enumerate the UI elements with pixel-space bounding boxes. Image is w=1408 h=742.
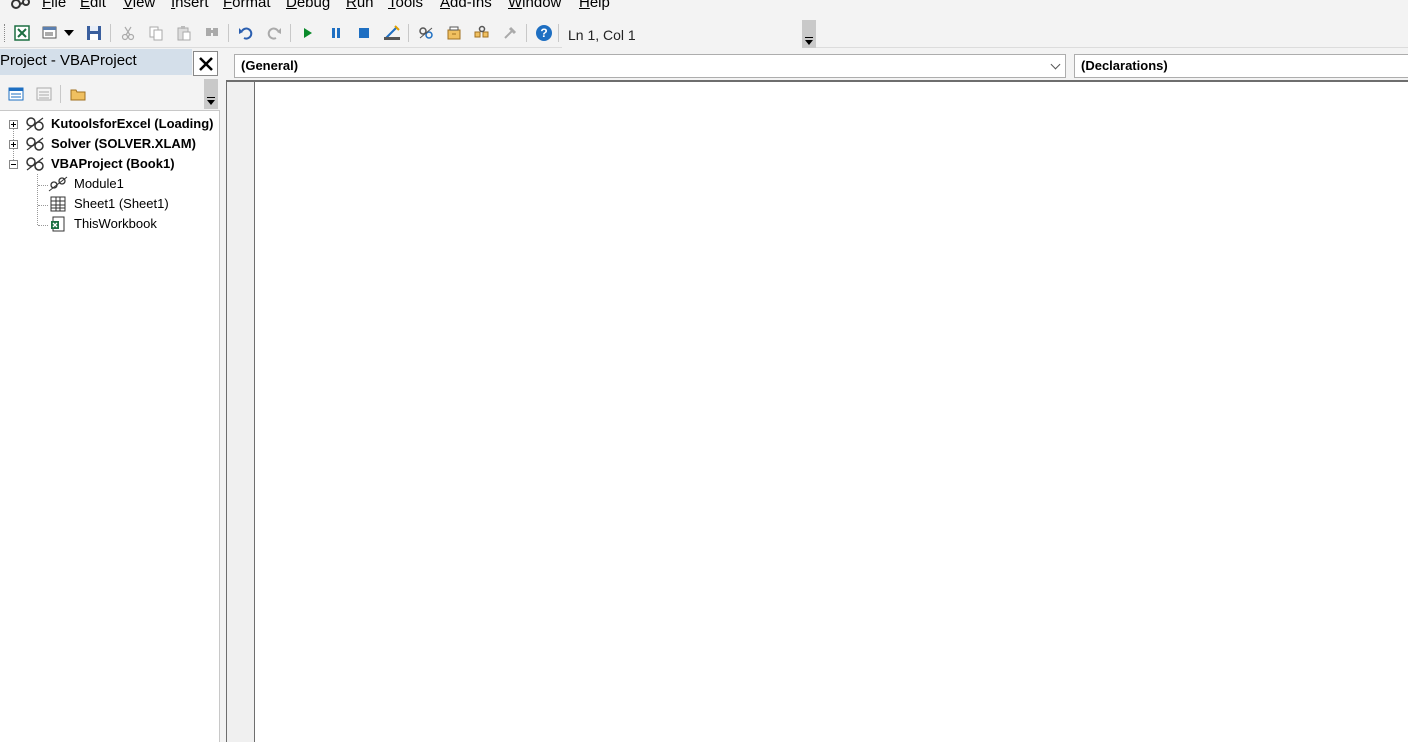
reset-icon[interactable] (354, 23, 374, 43)
project-explorer-toolbar (0, 77, 220, 111)
cursor-position-indicator: Ln 1, Col 1 (562, 20, 802, 48)
menu-tools[interactable]: Tools (388, 0, 423, 11)
chevron-down-icon (805, 40, 813, 45)
undo-icon[interactable] (236, 23, 256, 43)
project-explorer-title: Project - VBAProject (0, 49, 192, 75)
tree-item-solver[interactable]: Solver (SOLVER.XLAM) (51, 134, 196, 154)
close-button[interactable] (193, 51, 218, 76)
tree-item-module1[interactable]: Module1 (74, 174, 124, 194)
project-explorer-title-bar: Project - VBAProject (0, 49, 220, 77)
code-window: (General) (Declarations) (222, 49, 1408, 742)
cut-icon[interactable] (118, 23, 138, 43)
object-dropdown-value: (General) (241, 58, 299, 73)
tree-connector (38, 185, 48, 186)
chevron-down-icon (207, 100, 215, 105)
toolbar-separator (408, 24, 409, 42)
menu-help[interactable]: Help (579, 0, 610, 11)
vba-project-icon (26, 157, 44, 171)
object-browser-icon[interactable] (472, 23, 492, 43)
toolbar-separator (526, 24, 527, 42)
copy-icon[interactable] (146, 23, 166, 43)
vba-project-icon (26, 117, 44, 131)
project-explorer-icon[interactable] (416, 23, 436, 43)
menu-window[interactable]: Window (508, 0, 561, 11)
toggle-folders-icon[interactable] (68, 84, 88, 104)
code-editor[interactable] (226, 80, 1408, 742)
toolbar-separator (290, 24, 291, 42)
svg-text:?: ? (540, 26, 547, 40)
standard-toolbar: ? Ln 1, Col 1 (0, 18, 1408, 48)
object-dropdown[interactable]: (General) (234, 54, 1066, 78)
tree-connector (38, 205, 48, 206)
project-toolbar-overflow-button[interactable] (204, 79, 218, 109)
insert-dropdown-icon[interactable] (62, 23, 76, 43)
save-icon[interactable] (84, 23, 104, 43)
tree-connector (37, 174, 38, 225)
collapse-toggle[interactable] (9, 160, 18, 169)
project-explorer-panel: Project - VBAProject KutoolsforExcel (Lo… (0, 49, 220, 742)
toolbar-separator (228, 24, 229, 42)
chevron-down-icon (1050, 59, 1061, 70)
tree-item-kutools[interactable]: KutoolsforExcel (Loading) (51, 114, 214, 134)
toolbar-grip[interactable] (4, 24, 7, 42)
expand-toggle[interactable] (9, 120, 18, 129)
workbook-icon (51, 216, 65, 232)
insert-module-icon[interactable] (40, 23, 60, 43)
vba-project-icon (26, 137, 44, 151)
procedure-dropdown-value: (Declarations) (1081, 58, 1168, 73)
menu-file[interactable]: File (42, 0, 66, 11)
menu-add-ins[interactable]: Add-Ins (440, 0, 492, 11)
view-code-icon[interactable] (6, 84, 26, 104)
tree-item-sheet1[interactable]: Sheet1 (Sheet1) (74, 194, 169, 214)
find-icon[interactable] (202, 23, 222, 43)
tree-item-vbaproject[interactable]: VBAProject (Book1) (51, 154, 175, 174)
margin-indicator-bar[interactable] (227, 82, 255, 742)
run-icon[interactable] (298, 23, 318, 43)
toolbar-separator (558, 24, 559, 42)
tree-connector (38, 225, 48, 226)
menu-bar: File Edit View Insert Format Debug Run T… (0, 0, 1408, 12)
worksheet-icon (50, 196, 66, 212)
menu-run[interactable]: Run (346, 0, 374, 11)
toolbar-separator (110, 24, 111, 42)
menu-format[interactable]: Format (223, 0, 271, 11)
view-excel-icon[interactable] (12, 23, 32, 43)
menu-debug[interactable]: Debug (286, 0, 330, 11)
redo-icon[interactable] (264, 23, 284, 43)
expand-toggle[interactable] (9, 140, 18, 149)
toolbar-overflow-button[interactable] (802, 20, 816, 48)
close-icon (198, 56, 213, 71)
menu-insert[interactable]: Insert (171, 0, 209, 11)
toolbar-separator (60, 85, 61, 103)
help-icon[interactable]: ? (534, 23, 554, 43)
module-icon (48, 176, 68, 192)
paste-icon[interactable] (174, 23, 194, 43)
design-mode-icon[interactable] (382, 23, 402, 43)
view-object-icon[interactable] (34, 84, 54, 104)
tree-item-thisworkbook[interactable]: ThisWorkbook (74, 214, 157, 234)
menu-view[interactable]: View (123, 0, 155, 11)
toolbox-icon[interactable] (500, 23, 520, 43)
break-icon[interactable] (326, 23, 346, 43)
properties-window-icon[interactable] (444, 23, 464, 43)
vba-app-icon[interactable] (10, 0, 34, 12)
procedure-dropdown[interactable]: (Declarations) (1074, 54, 1408, 78)
menu-edit[interactable]: Edit (80, 0, 106, 11)
